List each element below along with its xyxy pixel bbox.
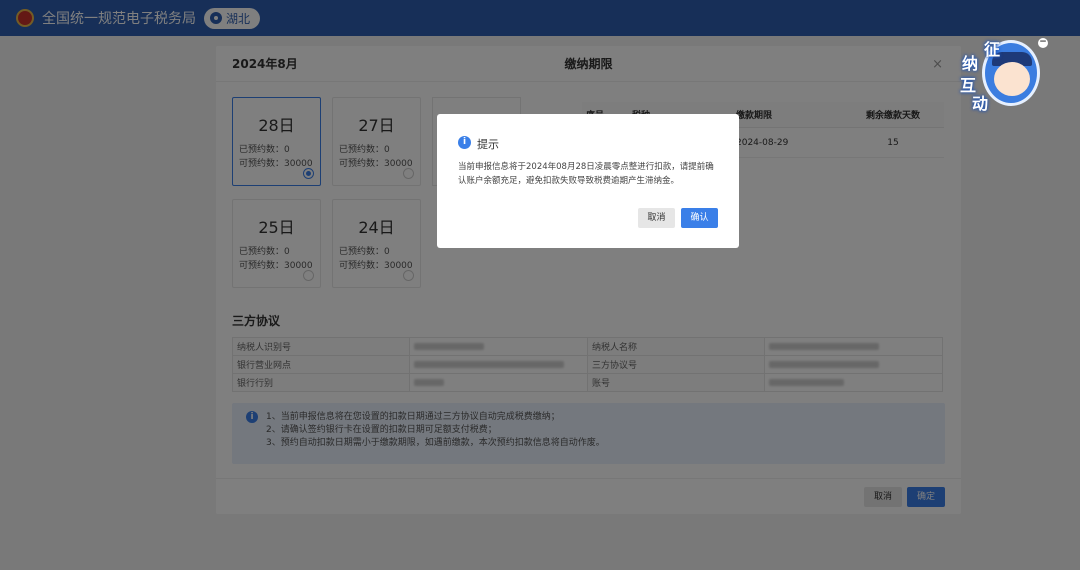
minimize-icon[interactable]: − bbox=[1038, 38, 1048, 48]
mascot-char-2: 纳 bbox=[962, 54, 979, 73]
assistant-mascot[interactable]: 征 纳 互 动 − bbox=[958, 36, 1048, 114]
prompt-cancel-button[interactable]: 取消 bbox=[638, 208, 675, 228]
mascot-face-icon bbox=[994, 62, 1030, 96]
prompt-message: 当前申报信息将于2024年08月28日凌晨零点整进行扣款，请提前确认账户余额充足… bbox=[458, 162, 714, 186]
mascot-char-4: 动 bbox=[972, 94, 989, 113]
modal-overlay bbox=[0, 0, 1080, 570]
prompt-title: 提示 bbox=[477, 138, 499, 151]
mascot-char-1: 征 bbox=[984, 40, 1001, 59]
prompt-confirm-button[interactable]: 确认 bbox=[681, 208, 718, 228]
info-icon: i bbox=[458, 136, 471, 149]
prompt-dialog: i 提示 当前申报信息将于2024年08月28日凌晨零点整进行扣款，请提前确认账… bbox=[437, 114, 739, 248]
